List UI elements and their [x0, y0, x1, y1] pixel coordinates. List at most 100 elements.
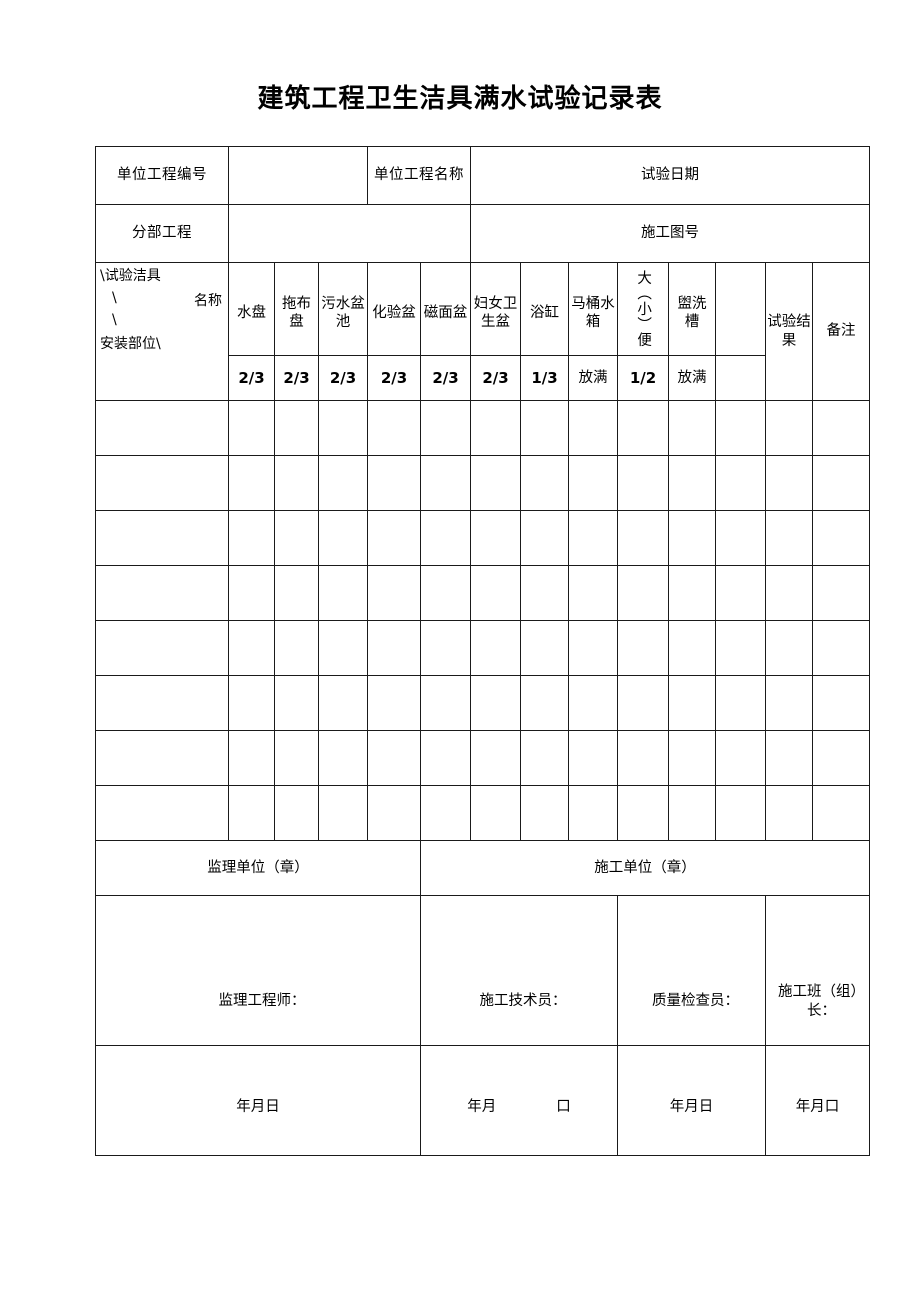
- data-cell[interactable]: [274, 730, 319, 786]
- data-cell-location[interactable]: [95, 400, 229, 456]
- data-cell-location[interactable]: [95, 565, 229, 621]
- data-cell[interactable]: [367, 565, 422, 621]
- data-cell[interactable]: [420, 675, 472, 731]
- data-cell[interactable]: [470, 620, 522, 676]
- data-cell[interactable]: [668, 565, 717, 621]
- supervisor-engineer-signature[interactable]: 监理工程师：: [94, 895, 422, 1046]
- data-cell[interactable]: [668, 620, 717, 676]
- data-cell-result[interactable]: [765, 455, 814, 511]
- data-cell[interactable]: [420, 455, 472, 511]
- data-cell[interactable]: [617, 565, 670, 621]
- data-cell[interactable]: [568, 675, 619, 731]
- data-cell[interactable]: [520, 565, 570, 621]
- data-cell[interactable]: [668, 400, 717, 456]
- data-cell[interactable]: [274, 620, 319, 676]
- data-cell[interactable]: [317, 455, 369, 511]
- data-cell[interactable]: [520, 455, 570, 511]
- data-cell-remarks[interactable]: [812, 565, 871, 621]
- data-cell[interactable]: [568, 785, 619, 841]
- data-cell[interactable]: [317, 620, 369, 676]
- data-cell[interactable]: [668, 455, 717, 511]
- data-cell[interactable]: [617, 785, 670, 841]
- data-cell[interactable]: [617, 675, 670, 731]
- data-cell[interactable]: [367, 510, 422, 566]
- data-cell[interactable]: [274, 455, 319, 511]
- data-cell-location[interactable]: [95, 510, 229, 566]
- data-cell[interactable]: [274, 510, 319, 566]
- data-cell[interactable]: [617, 730, 670, 786]
- data-cell[interactable]: [520, 620, 570, 676]
- data-cell[interactable]: [617, 620, 670, 676]
- data-cell-result[interactable]: [765, 675, 814, 731]
- data-cell[interactable]: [420, 730, 472, 786]
- data-cell[interactable]: [317, 510, 369, 566]
- data-cell[interactable]: [568, 400, 619, 456]
- data-cell-result[interactable]: [765, 400, 814, 456]
- data-cell[interactable]: [274, 785, 319, 841]
- data-cell-location[interactable]: [95, 675, 229, 731]
- data-cell[interactable]: [520, 400, 570, 456]
- data-cell[interactable]: [470, 565, 522, 621]
- data-cell[interactable]: [520, 730, 570, 786]
- data-cell[interactable]: [470, 455, 522, 511]
- data-cell[interactable]: [568, 730, 619, 786]
- quality-inspector-date[interactable]: 年月日: [617, 1045, 767, 1156]
- construction-technician-signature[interactable]: 施工技术员：: [420, 895, 619, 1046]
- data-cell[interactable]: [367, 730, 422, 786]
- construction-team-leader-date[interactable]: 年月口: [765, 1045, 871, 1156]
- data-cell[interactable]: [420, 510, 472, 566]
- data-cell-result[interactable]: [765, 785, 814, 841]
- data-cell[interactable]: [317, 675, 369, 731]
- data-cell[interactable]: [420, 620, 472, 676]
- data-cell-result[interactable]: [765, 510, 814, 566]
- data-cell[interactable]: [470, 730, 522, 786]
- data-cell-remarks[interactable]: [812, 620, 871, 676]
- data-cell[interactable]: [228, 620, 275, 676]
- data-cell-location[interactable]: [95, 620, 229, 676]
- data-cell[interactable]: [568, 510, 619, 566]
- data-cell-result[interactable]: [765, 565, 814, 621]
- construction-team-leader-signature[interactable]: 施工班（组）长：: [765, 895, 871, 1046]
- data-cell[interactable]: [317, 565, 369, 621]
- data-cell-remarks[interactable]: [812, 510, 871, 566]
- data-cell[interactable]: [274, 565, 319, 621]
- unit-project-no-value[interactable]: [227, 146, 369, 205]
- data-cell[interactable]: [715, 510, 767, 566]
- data-cell[interactable]: [367, 675, 422, 731]
- data-cell[interactable]: [228, 455, 275, 511]
- data-cell[interactable]: [715, 620, 767, 676]
- data-cell[interactable]: [420, 400, 472, 456]
- sub-project-value[interactable]: [227, 204, 472, 263]
- data-cell[interactable]: [568, 455, 619, 511]
- data-cell[interactable]: [668, 510, 717, 566]
- data-cell[interactable]: [668, 730, 717, 786]
- data-cell[interactable]: [520, 785, 570, 841]
- data-cell-location[interactable]: [95, 730, 229, 786]
- data-cell-result[interactable]: [765, 620, 814, 676]
- data-cell-result[interactable]: [765, 730, 814, 786]
- data-cell[interactable]: [420, 565, 472, 621]
- data-cell[interactable]: [568, 565, 619, 621]
- data-cell[interactable]: [470, 400, 522, 456]
- data-cell[interactable]: [228, 400, 275, 456]
- data-cell[interactable]: [715, 785, 767, 841]
- construction-technician-date[interactable]: 年月 口: [420, 1045, 619, 1156]
- supervisor-engineer-date[interactable]: 年月日: [94, 1045, 422, 1156]
- data-cell[interactable]: [274, 400, 319, 456]
- data-cell[interactable]: [317, 730, 369, 786]
- data-cell[interactable]: [520, 510, 570, 566]
- data-cell[interactable]: [668, 675, 717, 731]
- data-cell-remarks[interactable]: [812, 730, 871, 786]
- data-cell[interactable]: [228, 510, 275, 566]
- data-cell[interactable]: [470, 510, 522, 566]
- data-cell[interactable]: [317, 785, 369, 841]
- data-cell-remarks[interactable]: [812, 455, 871, 511]
- data-cell[interactable]: [274, 675, 319, 731]
- data-cell[interactable]: [617, 455, 670, 511]
- data-cell[interactable]: [317, 400, 369, 456]
- data-cell-location[interactable]: [95, 455, 229, 511]
- data-cell[interactable]: [715, 730, 767, 786]
- data-cell[interactable]: [715, 400, 767, 456]
- data-cell[interactable]: [228, 730, 275, 786]
- data-cell[interactable]: [367, 400, 422, 456]
